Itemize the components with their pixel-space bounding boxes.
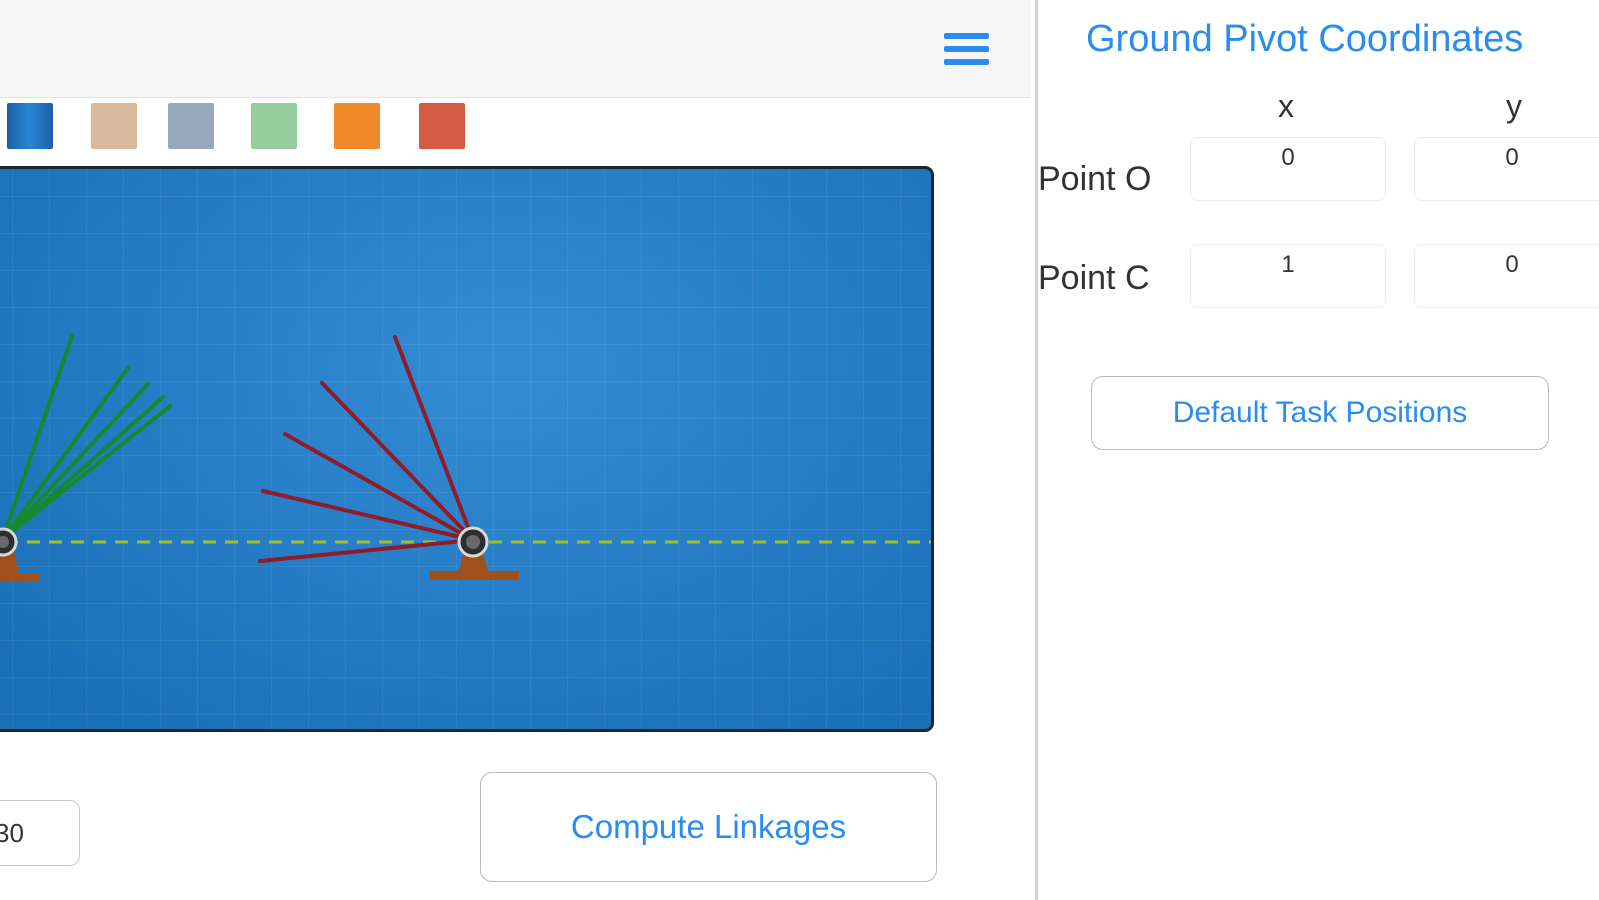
- color-swatch-orange[interactable]: [334, 103, 380, 149]
- color-swatch-tan[interactable]: [91, 103, 137, 149]
- pane-divider[interactable]: [1035, 0, 1038, 900]
- red-link: [283, 432, 475, 542]
- green-crank-positions: [1, 334, 172, 541]
- point-o-y-input[interactable]: [1414, 137, 1599, 201]
- color-swatch-red[interactable]: [419, 103, 465, 149]
- color-swatch-green[interactable]: [251, 103, 297, 149]
- point-c-label: Point C: [1038, 259, 1150, 297]
- toolbar: [0, 0, 1031, 98]
- hamburger-menu-icon[interactable]: [941, 30, 991, 70]
- point-c-x-input[interactable]: [1190, 244, 1386, 308]
- linkage-canvas[interactable]: [0, 166, 934, 732]
- panel-title: Ground Pivot Coordinates: [1086, 18, 1524, 60]
- point-o-x-input[interactable]: [1190, 137, 1386, 201]
- color-swatch-blue[interactable]: [7, 103, 53, 149]
- x-column-header: x: [1278, 88, 1294, 124]
- color-swatch-slate[interactable]: [168, 103, 214, 149]
- ground-pivot-o: [0, 527, 40, 581]
- red-link: [320, 381, 475, 542]
- compute-linkages-button[interactable]: Compute Linkages: [480, 772, 937, 882]
- red-link: [261, 489, 475, 542]
- y-column-header: y: [1506, 88, 1522, 124]
- ground-pivot-c: [429, 526, 519, 580]
- angle-input[interactable]: [0, 800, 80, 866]
- point-o-label: Point O: [1038, 160, 1152, 198]
- default-task-positions-button[interactable]: Default Task Positions: [1091, 376, 1549, 450]
- point-c-y-input[interactable]: [1414, 244, 1599, 308]
- red-link: [393, 335, 475, 542]
- red-crank-positions: [258, 335, 475, 563]
- green-link: [1, 382, 150, 541]
